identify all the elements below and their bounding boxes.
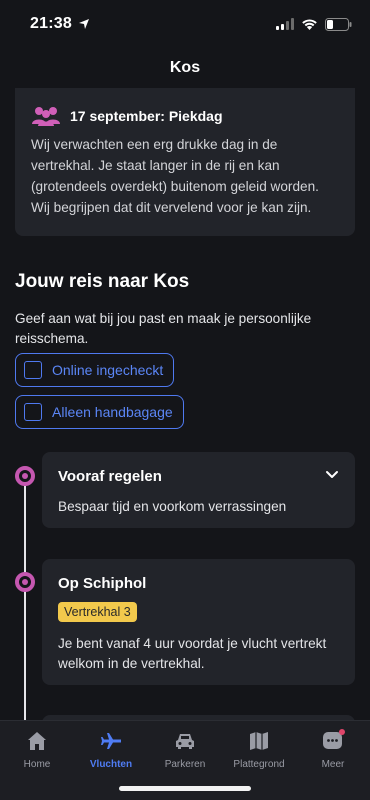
step-title: Vooraf regelen <box>58 468 162 485</box>
tab-home[interactable]: Home <box>0 729 74 770</box>
step-subtitle: Je bent vanaf 4 uur voordat je vlucht ve… <box>58 636 327 671</box>
checkbox[interactable] <box>24 361 42 379</box>
option-hand-luggage-only[interactable]: Alleen handbagage <box>15 395 184 429</box>
home-icon <box>28 732 46 750</box>
tab-parkeren[interactable]: Parkeren <box>148 729 222 770</box>
tab-meer[interactable]: Meer <box>296 729 370 770</box>
scroll-content[interactable]: 17 september: Piekdag Wij verwachten een… <box>0 88 370 720</box>
map-icon <box>250 732 268 750</box>
status-indicators <box>276 17 352 31</box>
peak-day-alert: 17 september: Piekdag Wij verwachten een… <box>15 88 355 236</box>
option-label: Alleen handbagage <box>52 404 173 420</box>
timeline-dot <box>15 466 35 486</box>
alert-body: Wij verwachten een erg drukke dag in de … <box>31 137 319 215</box>
alert-title: 17 september: Piekdag <box>70 108 223 124</box>
checkbox[interactable] <box>24 403 42 421</box>
chat-icon <box>323 729 345 749</box>
step-subtitle: Bespaar tijd en voorkom verrassingen <box>58 499 287 514</box>
timeline-line <box>24 478 26 720</box>
tab-vluchten[interactable]: Vluchten <box>74 729 148 770</box>
notification-dot <box>339 729 345 735</box>
terminal-badge: Vertrekhal 3 <box>58 602 137 622</box>
status-time: 21:38 <box>30 15 72 32</box>
home-indicator[interactable] <box>119 786 251 791</box>
car-icon <box>176 734 194 749</box>
status-bar: 21:38 <box>0 0 370 48</box>
tab-label: Plattegrond <box>233 759 285 770</box>
journey-title: Jouw reis naar Kos <box>15 271 190 292</box>
cellular-signal-icon <box>276 18 294 30</box>
battery-icon <box>325 17 352 31</box>
option-label: Online ingecheckt <box>52 362 164 378</box>
journey-description: Geef aan wat bij jou past en maak je per… <box>15 311 312 346</box>
tab-label: Home <box>23 759 51 770</box>
crowd-icon <box>32 107 60 126</box>
tab-label: Vluchten <box>89 759 133 770</box>
navigation-bar: Kos <box>0 48 370 88</box>
timeline-dot <box>15 572 35 592</box>
location-arrow-icon <box>78 19 89 29</box>
option-online-checked-in[interactable]: Online ingecheckt <box>15 353 175 387</box>
airplane-icon <box>101 733 121 749</box>
step-title: Op Schiphol <box>58 575 147 592</box>
page-title: Kos <box>169 59 201 76</box>
step-card-op-schiphol[interactable]: Op Schiphol Vertrekhal 3 Je bent vanaf 4… <box>42 559 355 685</box>
tab-label: Meer <box>321 759 345 770</box>
tab-plattegrond[interactable]: Plattegrond <box>222 729 296 770</box>
tab-label: Parkeren <box>164 759 206 770</box>
wifi-icon <box>302 19 317 30</box>
step-card-vooraf-regelen[interactable]: Vooraf regelen Bespaar tijd en voorkom v… <box>42 452 355 528</box>
chevron-down-icon[interactable] <box>325 468 339 482</box>
